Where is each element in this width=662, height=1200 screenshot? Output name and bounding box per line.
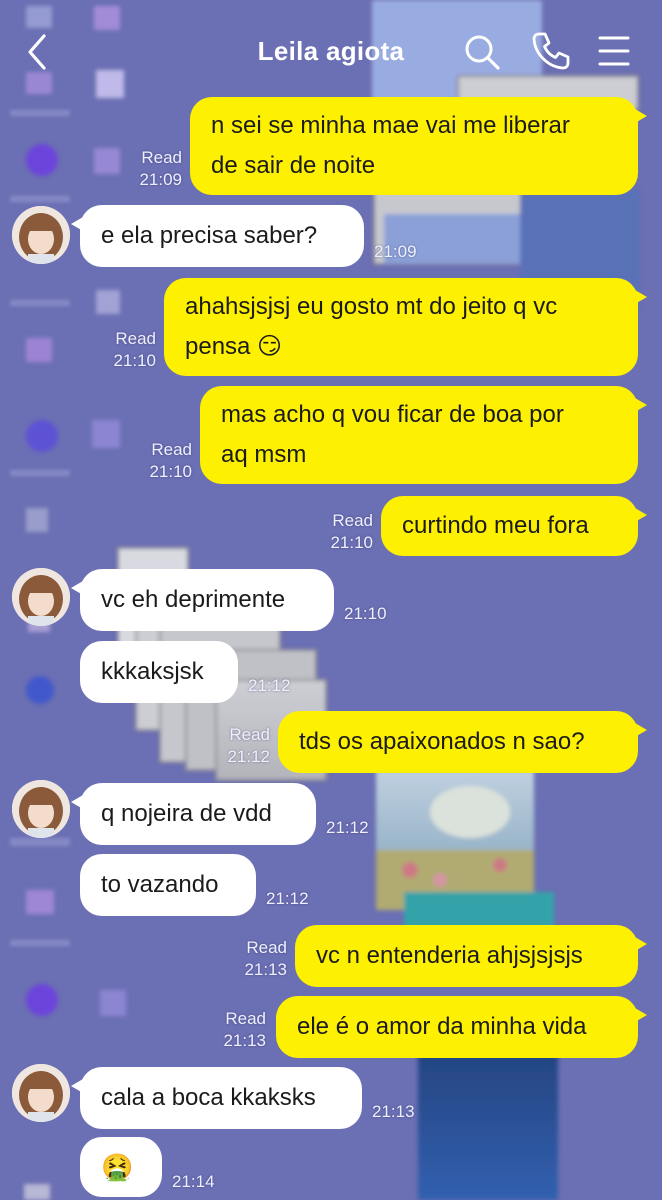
menu-button[interactable]: [596, 34, 632, 68]
read-receipt: Read: [225, 1009, 266, 1028]
message-meta: Read 21:10: [86, 328, 156, 372]
phone-icon: [532, 32, 570, 70]
avatar[interactable]: [12, 206, 70, 264]
chat-title: Leila agiota: [257, 36, 405, 66]
search-icon: [465, 35, 500, 70]
read-receipt: Read: [246, 938, 287, 957]
outgoing-message[interactable]: ahahsjsjsj eu gosto mt do jeito q vc pen…: [164, 278, 647, 376]
read-receipt: Read: [151, 440, 192, 459]
incoming-message[interactable]: vc eh deprimente: [71, 569, 334, 631]
message-meta: Read 21:10: [303, 510, 373, 554]
avatar[interactable]: [12, 568, 70, 626]
user-avatar-image: [12, 206, 70, 264]
message-time: 21:13: [372, 1102, 415, 1121]
outgoing-message[interactable]: curtindo meu fora: [381, 496, 647, 556]
message-meta: Read 21:10: [122, 439, 192, 483]
incoming-message[interactable]: e ela precisa saber?: [71, 205, 364, 267]
read-receipt: Read: [115, 329, 156, 348]
message-time: 21:10: [344, 604, 387, 623]
message-time: 21:12: [248, 676, 291, 695]
incoming-message[interactable]: cala a boca kkaksks: [71, 1067, 362, 1129]
message-time: 21:14: [172, 1172, 215, 1191]
avatar[interactable]: [12, 780, 70, 838]
message-time: 21:13: [244, 960, 287, 979]
message-time: 21:10: [149, 462, 192, 481]
avatar[interactable]: [12, 1064, 70, 1122]
outgoing-message[interactable]: n sei se minha mae vai me liberar de sai…: [190, 97, 647, 195]
message-time: 21:12: [326, 818, 369, 837]
message-meta: Read 21:12: [200, 724, 270, 768]
chat-header: Leila agiota: [0, 0, 662, 100]
incoming-message[interactable]: q nojeira de vdd: [71, 783, 316, 845]
message-meta: Read 21:09: [110, 147, 182, 191]
call-button[interactable]: [530, 30, 572, 72]
message-meta: Read 21:13: [217, 937, 287, 981]
user-avatar-image: [12, 568, 70, 626]
message-time: 21:10: [113, 351, 156, 370]
outgoing-message[interactable]: ele é o amor da minha vida: [276, 996, 647, 1058]
outgoing-message[interactable]: tds os apaixonados n sao?: [278, 711, 647, 773]
chevron-left-icon: [28, 34, 46, 70]
user-avatar-image: [12, 1064, 70, 1122]
message-time: 21:12: [266, 889, 309, 908]
user-avatar-image: [12, 780, 70, 838]
read-receipt: Read: [141, 148, 182, 167]
incoming-message[interactable]: 🤮: [80, 1137, 162, 1197]
read-receipt: Read: [229, 725, 270, 744]
message-time: 21:12: [227, 747, 270, 766]
message-time: 21:09: [139, 170, 182, 189]
message-time: 21:13: [223, 1031, 266, 1050]
back-button[interactable]: [18, 30, 58, 74]
incoming-message[interactable]: to vazando: [80, 854, 256, 916]
incoming-message[interactable]: kkkaksjsk: [80, 641, 238, 703]
outgoing-message[interactable]: mas acho q vou ficar de boa por aq msm: [200, 386, 647, 484]
search-button[interactable]: [462, 32, 502, 72]
message-time: 21:10: [330, 533, 373, 552]
outgoing-message[interactable]: vc n entenderia ahjsjsjsjs: [295, 925, 647, 987]
menu-icon: [598, 36, 630, 66]
message-time: 21:09: [374, 242, 417, 261]
read-receipt: Read: [332, 511, 373, 530]
message-meta: Read 21:13: [196, 1008, 266, 1052]
